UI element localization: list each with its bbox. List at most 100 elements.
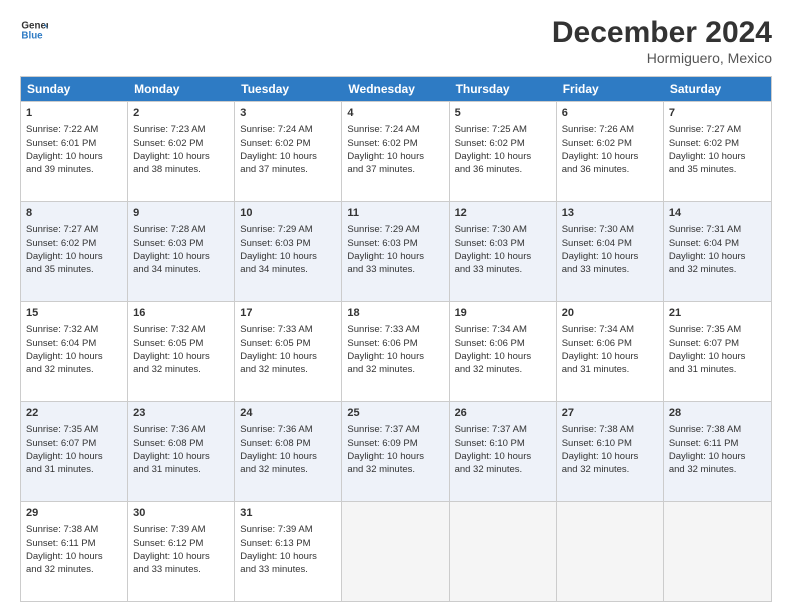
day-info-line: Sunrise: 7:24 AM [347, 123, 443, 136]
day-info-line: and 32 minutes. [26, 363, 122, 376]
day-number: 30 [133, 506, 229, 521]
day-info-line: Sunrise: 7:38 AM [562, 423, 658, 436]
calendar-cell-empty [342, 502, 449, 601]
day-info-line: Sunrise: 7:29 AM [240, 223, 336, 236]
calendar-cell-21: 21Sunrise: 7:35 AMSunset: 6:07 PMDayligh… [664, 302, 771, 401]
header-day-saturday: Saturday [664, 77, 771, 101]
day-info-line: Sunset: 6:09 PM [347, 437, 443, 450]
day-info-line: Sunset: 6:08 PM [240, 437, 336, 450]
day-info-line: Daylight: 10 hours [562, 450, 658, 463]
day-info-line: Daylight: 10 hours [562, 350, 658, 363]
day-info-line: Sunset: 6:02 PM [240, 137, 336, 150]
day-info-line: Daylight: 10 hours [240, 550, 336, 563]
calendar-cell-22: 22Sunrise: 7:35 AMSunset: 6:07 PMDayligh… [21, 402, 128, 501]
day-info-line: and 34 minutes. [133, 263, 229, 276]
day-info-line: Daylight: 10 hours [26, 250, 122, 263]
day-number: 7 [669, 106, 766, 121]
day-info-line: Sunset: 6:04 PM [562, 237, 658, 250]
day-info-line: Sunrise: 7:29 AM [347, 223, 443, 236]
day-number: 22 [26, 406, 122, 421]
day-info-line: Sunset: 6:11 PM [669, 437, 766, 450]
day-info-line: and 36 minutes. [562, 163, 658, 176]
calendar-body: 1Sunrise: 7:22 AMSunset: 6:01 PMDaylight… [21, 101, 771, 601]
day-info-line: Daylight: 10 hours [133, 350, 229, 363]
header-day-friday: Friday [557, 77, 664, 101]
day-info-line: Sunset: 6:05 PM [240, 337, 336, 350]
day-info-line: Sunrise: 7:33 AM [240, 323, 336, 336]
day-info-line: and 34 minutes. [240, 263, 336, 276]
day-info-line: Daylight: 10 hours [455, 350, 551, 363]
day-info-line: Sunrise: 7:39 AM [240, 523, 336, 536]
calendar-cell-14: 14Sunrise: 7:31 AMSunset: 6:04 PMDayligh… [664, 202, 771, 301]
day-info-line: and 32 minutes. [347, 363, 443, 376]
day-info-line: and 33 minutes. [455, 263, 551, 276]
day-info-line: Sunrise: 7:27 AM [669, 123, 766, 136]
day-info-line: Sunset: 6:02 PM [347, 137, 443, 150]
calendar-subtitle: Hormiguero, Mexico [552, 50, 772, 66]
day-info-line: Daylight: 10 hours [240, 150, 336, 163]
calendar-header-row: SundayMondayTuesdayWednesdayThursdayFrid… [21, 77, 771, 101]
day-info-line: and 35 minutes. [26, 263, 122, 276]
calendar-cell-6: 6Sunrise: 7:26 AMSunset: 6:02 PMDaylight… [557, 102, 664, 201]
day-number: 20 [562, 306, 658, 321]
day-number: 12 [455, 206, 551, 221]
day-info-line: Daylight: 10 hours [669, 450, 766, 463]
day-info-line: and 31 minutes. [669, 363, 766, 376]
day-info-line: and 35 minutes. [669, 163, 766, 176]
day-info-line: Sunset: 6:02 PM [669, 137, 766, 150]
day-info-line: Daylight: 10 hours [347, 250, 443, 263]
day-info-line: Sunrise: 7:33 AM [347, 323, 443, 336]
calendar-row-1: 8Sunrise: 7:27 AMSunset: 6:02 PMDaylight… [21, 201, 771, 301]
header-day-thursday: Thursday [450, 77, 557, 101]
day-info-line: Sunrise: 7:38 AM [26, 523, 122, 536]
day-info-line: Daylight: 10 hours [26, 450, 122, 463]
day-number: 6 [562, 106, 658, 121]
day-info-line: Sunset: 6:11 PM [26, 537, 122, 550]
calendar-row-4: 29Sunrise: 7:38 AMSunset: 6:11 PMDayligh… [21, 501, 771, 601]
day-number: 3 [240, 106, 336, 121]
day-info-line: Sunrise: 7:32 AM [133, 323, 229, 336]
day-info-line: Daylight: 10 hours [455, 150, 551, 163]
day-info-line: Sunrise: 7:30 AM [562, 223, 658, 236]
day-info-line: Sunrise: 7:22 AM [26, 123, 122, 136]
day-info-line: Daylight: 10 hours [240, 350, 336, 363]
day-info-line: Sunset: 6:03 PM [347, 237, 443, 250]
day-info-line: Sunrise: 7:37 AM [455, 423, 551, 436]
calendar-cell-10: 10Sunrise: 7:29 AMSunset: 6:03 PMDayligh… [235, 202, 342, 301]
day-info-line: Sunset: 6:07 PM [26, 437, 122, 450]
day-info-line: and 32 minutes. [669, 263, 766, 276]
day-info-line: and 32 minutes. [347, 463, 443, 476]
day-number: 1 [26, 106, 122, 121]
day-info-line: Daylight: 10 hours [562, 250, 658, 263]
day-info-line: Sunrise: 7:32 AM [26, 323, 122, 336]
calendar-cell-25: 25Sunrise: 7:37 AMSunset: 6:09 PMDayligh… [342, 402, 449, 501]
day-info-line: and 32 minutes. [455, 463, 551, 476]
day-number: 13 [562, 206, 658, 221]
calendar-cell-empty [557, 502, 664, 601]
day-number: 26 [455, 406, 551, 421]
day-number: 19 [455, 306, 551, 321]
day-info-line: and 33 minutes. [133, 563, 229, 576]
day-number: 10 [240, 206, 336, 221]
day-info-line: and 32 minutes. [26, 563, 122, 576]
calendar-cell-7: 7 Sunrise: 7:27 AMSunset: 6:02 PMDaylight… [664, 102, 771, 201]
calendar-cell-31: 31Sunrise: 7:39 AMSunset: 6:13 PMDayligh… [235, 502, 342, 601]
day-number: 27 [562, 406, 658, 421]
calendar-row-2: 15Sunrise: 7:32 AMSunset: 6:04 PMDayligh… [21, 301, 771, 401]
day-info-line: and 33 minutes. [347, 263, 443, 276]
calendar-row-3: 22Sunrise: 7:35 AMSunset: 6:07 PMDayligh… [21, 401, 771, 501]
day-number: 21 [669, 306, 766, 321]
day-number: 18 [347, 306, 443, 321]
day-info-line: Daylight: 10 hours [669, 150, 766, 163]
svg-text:Blue: Blue [21, 30, 43, 41]
calendar-cell-8: 8Sunrise: 7:27 AMSunset: 6:02 PMDaylight… [21, 202, 128, 301]
day-info-line: Sunrise: 7:23 AM [133, 123, 229, 136]
day-info-line: Sunrise: 7:28 AM [133, 223, 229, 236]
day-info-line: and 37 minutes. [240, 163, 336, 176]
calendar-cell-20: 20Sunrise: 7:34 AMSunset: 6:06 PMDayligh… [557, 302, 664, 401]
day-info-line: Daylight: 10 hours [133, 450, 229, 463]
day-info-line: Sunset: 6:10 PM [562, 437, 658, 450]
day-info-line: Sunset: 6:03 PM [240, 237, 336, 250]
day-info-line: Sunset: 6:02 PM [455, 137, 551, 150]
calendar-cell-28: 28Sunrise: 7:38 AMSunset: 6:11 PMDayligh… [664, 402, 771, 501]
